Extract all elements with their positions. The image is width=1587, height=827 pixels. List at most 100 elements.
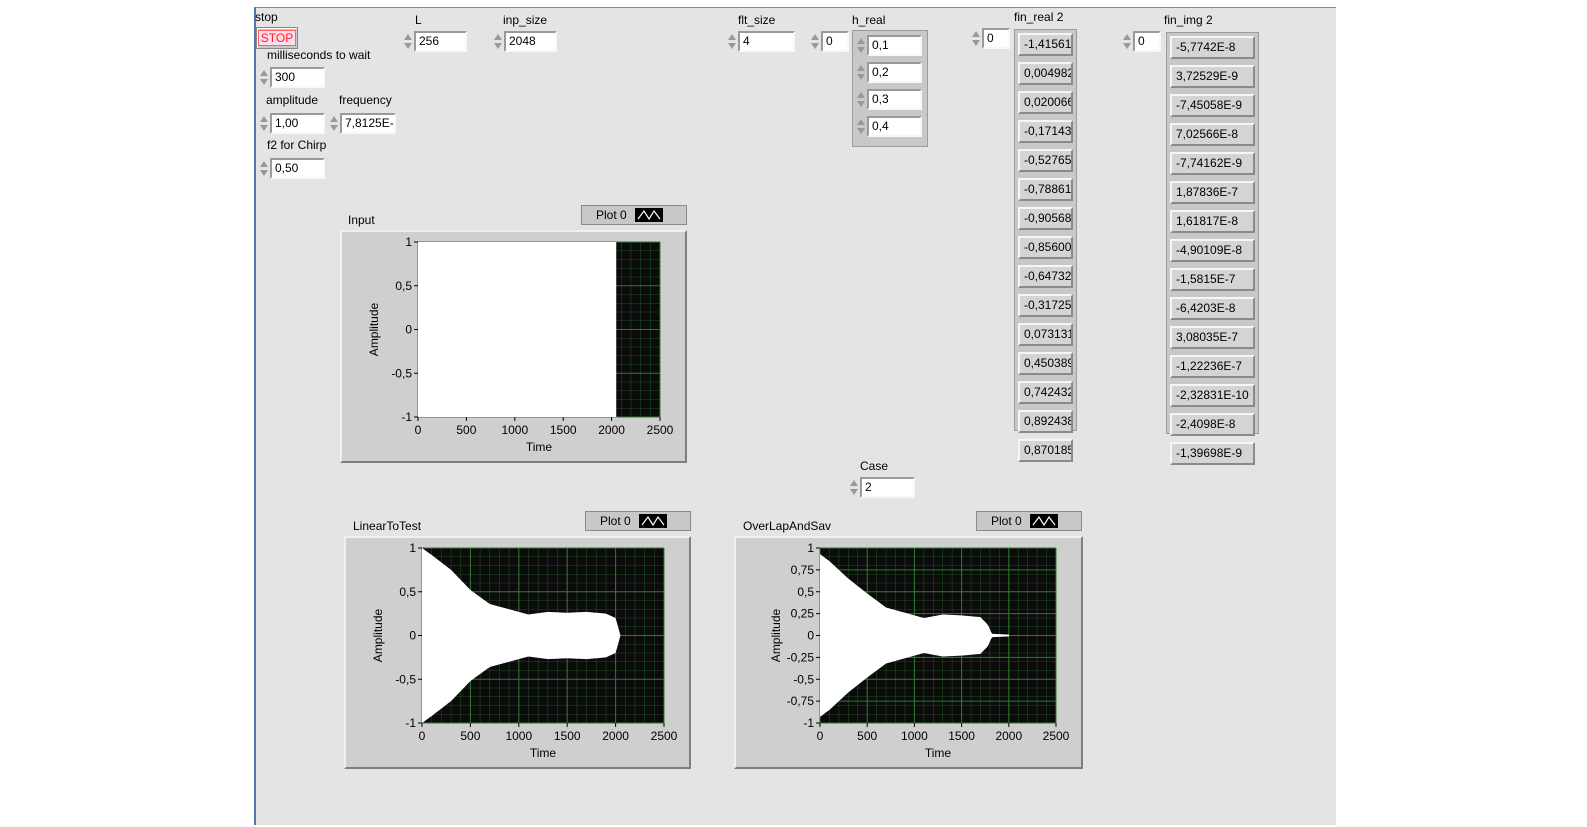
linear-plot-legend[interactable]: Plot 0	[585, 511, 691, 531]
h-real-element[interactable]: 0,4	[856, 115, 924, 137]
x-tick-label: 500	[456, 423, 476, 437]
stop-button-text: STOP	[257, 30, 297, 46]
f2-spinner[interactable]	[259, 158, 269, 179]
amplitude-control[interactable]: 1,00	[259, 113, 325, 134]
L-control[interactable]: 256	[403, 31, 467, 52]
fin-real-index-input[interactable]: 0	[982, 28, 1010, 49]
signal-envelope	[418, 242, 617, 417]
y-tick-label: -0,5	[395, 672, 416, 686]
x-tick-label: 500	[857, 729, 877, 743]
fin-img-value: -1,39698E-9	[1170, 442, 1255, 465]
amplitude-input[interactable]: 1,00	[270, 113, 325, 134]
x-tick-label: 2000	[995, 729, 1022, 743]
fin-real-index-spinner[interactable]	[971, 28, 981, 49]
h-real-spinner[interactable]	[856, 89, 866, 110]
fin-real-value: -0,78861	[1018, 178, 1073, 201]
fin-img-index[interactable]: 0	[1122, 31, 1161, 52]
fin-real-value: -0,17143	[1018, 120, 1073, 143]
frequency-spinner[interactable]	[329, 113, 339, 134]
h-real-element[interactable]: 0,2	[856, 61, 924, 83]
x-tick-label: 1500	[554, 729, 581, 743]
stop-button[interactable]: STOP	[256, 27, 298, 49]
h-real-spinner[interactable]	[856, 62, 866, 83]
f2-label: f2 for Chirp	[267, 138, 327, 152]
fin-img-value: 1,61817E-8	[1170, 210, 1255, 233]
flt-size-input[interactable]: 4	[738, 31, 795, 52]
fin-real-value: 0,073131	[1018, 323, 1073, 346]
linear-legend-label: Plot 0	[600, 514, 631, 528]
h-real-spinner[interactable]	[856, 116, 866, 137]
h-real-label: h_real	[852, 13, 886, 27]
y-tick-label: 1	[807, 541, 814, 555]
fin-real-value: 0,742432	[1018, 381, 1073, 404]
fin-img-value: -6,4203E-8	[1170, 297, 1255, 320]
y-tick-label: -1	[401, 410, 412, 424]
h-real-value[interactable]: 0,3	[867, 88, 922, 110]
y-axis-label: Amplitude	[367, 303, 381, 357]
x-axis-label: Time	[925, 746, 952, 760]
fin-real-value: 0,020066	[1018, 91, 1073, 114]
fin-real-value: -0,52765	[1018, 149, 1073, 172]
fin-img-value: -7,74162E-9	[1170, 152, 1255, 175]
flt-size-control[interactable]: 4	[727, 31, 795, 52]
fin-real-value: -0,90568	[1018, 207, 1073, 230]
x-tick-label: 2000	[602, 729, 629, 743]
h-real-index-spinner[interactable]	[810, 31, 820, 52]
y-tick-label: 0,5	[399, 585, 416, 599]
h-real-spinner[interactable]	[856, 35, 866, 56]
ms-wait-input[interactable]: 300	[270, 67, 325, 88]
x-tick-label: 0	[419, 729, 426, 743]
f2-control[interactable]: 0,50	[259, 158, 325, 179]
ms-wait-control[interactable]: 300	[259, 67, 325, 88]
frequency-input[interactable]: 7,8125E-	[340, 113, 396, 134]
case-control[interactable]: 2	[849, 477, 915, 498]
fin-img-value: -2,32831E-10	[1170, 384, 1255, 407]
L-label: L	[415, 13, 422, 27]
overlap-plot-legend[interactable]: Plot 0	[976, 511, 1082, 531]
fin-img-value: 7,02566E-8	[1170, 123, 1255, 146]
ms-wait-spinner[interactable]	[259, 67, 269, 88]
plot-style-icon	[634, 208, 663, 222]
h-real-value[interactable]: 0,4	[867, 115, 922, 137]
fin-img-index-input[interactable]: 0	[1133, 31, 1161, 52]
fin-real-index[interactable]: 0	[971, 28, 1010, 49]
amplitude-spinner[interactable]	[259, 113, 269, 134]
frequency-label: frequency	[339, 93, 392, 107]
case-spinner[interactable]	[849, 477, 859, 498]
overlap-legend-label: Plot 0	[991, 514, 1022, 528]
inp-size-input[interactable]: 2048	[504, 31, 557, 52]
h-real-index-input[interactable]: 0	[821, 31, 849, 52]
inp-size-spinner[interactable]	[493, 31, 503, 52]
x-tick-label: 1000	[505, 729, 532, 743]
h-real-index[interactable]: 0	[810, 31, 849, 52]
L-input[interactable]: 256	[414, 31, 467, 52]
fin-real-label: fin_real 2	[1014, 10, 1064, 24]
inp-size-control[interactable]: 2048	[493, 31, 557, 52]
input-plot-legend[interactable]: Plot 0	[581, 205, 687, 225]
f2-input[interactable]: 0,50	[270, 158, 325, 179]
fin-img-value: -2,4098E-8	[1170, 413, 1255, 436]
x-tick-label: 2500	[1043, 729, 1070, 743]
fin-img-index-spinner[interactable]	[1122, 31, 1132, 52]
fin-real-value: -0,64732	[1018, 265, 1073, 288]
y-axis-label: Amplitude	[769, 609, 783, 663]
h-real-value[interactable]: 0,2	[867, 61, 922, 83]
L-spinner[interactable]	[403, 31, 413, 52]
linear-graph-title: LinearToTest	[353, 519, 422, 533]
flt-size-spinner[interactable]	[727, 31, 737, 52]
case-input[interactable]: 2	[860, 477, 915, 498]
input-graph: 0 500 1000 1500 2000 2500 1 0,5 0 -0,5 -1 Time Ampli…	[340, 230, 687, 463]
y-tick-label: -0,5	[793, 672, 814, 686]
h-real-element[interactable]: 0,1	[856, 34, 924, 56]
x-tick-label: 0	[415, 423, 422, 437]
fin-img-label: fin_img 2	[1164, 13, 1213, 27]
frequency-control[interactable]: 7,8125E-	[329, 113, 396, 134]
fin-img-value: 3,08035E-7	[1170, 326, 1255, 349]
fin-real-value: 0,870185	[1018, 439, 1073, 462]
fin-real-value: 0,004982	[1018, 62, 1073, 85]
fin-img-value: -5,7742E-8	[1170, 36, 1255, 59]
h-real-element[interactable]: 0,3	[856, 88, 924, 110]
h-real-value[interactable]: 0,1	[867, 34, 922, 56]
input-graph-title: Input	[348, 213, 375, 227]
x-axis-label: Time	[526, 440, 553, 454]
